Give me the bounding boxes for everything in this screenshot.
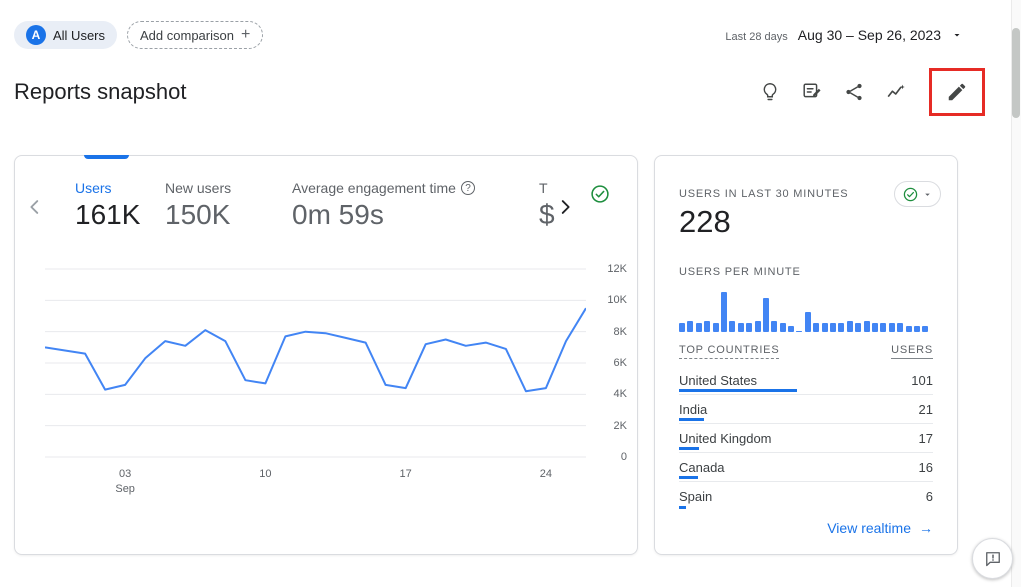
view-realtime-link[interactable]: View realtime →: [827, 520, 933, 536]
date-range-prefix: Last 28 days: [725, 31, 787, 43]
users-per-minute-label: USERS PER MINUTE: [679, 266, 801, 278]
scrollbar-track[interactable]: [1011, 0, 1021, 587]
chevron-down-icon: [922, 189, 933, 200]
metric-tab-users[interactable]: Users 161K: [75, 180, 140, 231]
chevron-down-icon: [951, 29, 963, 41]
add-comparison-label: Add comparison: [140, 28, 234, 43]
realtime-status-dropdown[interactable]: [894, 181, 941, 207]
insights-trend-icon[interactable]: [883, 79, 909, 105]
users-line-chart: [45, 261, 586, 461]
view-realtime-label: View realtime: [827, 520, 911, 536]
metric-value: 0m 59s: [292, 199, 475, 231]
country-value-bar: [679, 418, 704, 421]
metric-value: $: [539, 199, 555, 231]
table-row: India 21: [679, 395, 933, 424]
country-users: 101: [911, 373, 933, 388]
table-row: United States 101: [679, 366, 933, 395]
date-range-picker[interactable]: Last 28 days Aug 30 – Sep 26, 2023: [725, 27, 963, 43]
line-chart-x-axis: 03Sep101724: [45, 467, 586, 501]
add-comparison-chip[interactable]: Add comparison +: [127, 21, 263, 49]
help-info-icon[interactable]: ?: [461, 181, 475, 195]
metric-tab-truncated[interactable]: T $: [539, 180, 555, 231]
country-value-bar: [679, 476, 698, 479]
header-actions: [757, 68, 985, 116]
all-users-label: All Users: [53, 28, 105, 43]
top-countries-table: TOP COUNTRIES USERS United States 101 In…: [679, 344, 933, 511]
metric-value: 161K: [75, 199, 140, 231]
scrollbar-thumb[interactable]: [1012, 28, 1020, 118]
header-top-countries[interactable]: TOP COUNTRIES: [679, 344, 779, 359]
topbar: A All Users Add comparison + Last 28 day…: [14, 18, 963, 52]
highlight-box: [929, 68, 985, 116]
data-quality-check-icon[interactable]: [589, 183, 611, 205]
table-row: Spain 6: [679, 482, 933, 511]
table-row: Canada 16: [679, 453, 933, 482]
line-chart-y-axis: 02K4K6K8K10K12K: [593, 261, 627, 465]
country-value-bar: [679, 389, 797, 392]
page-title: Reports snapshot: [14, 79, 186, 105]
edit-pencil-icon[interactable]: [944, 79, 970, 105]
table-header: TOP COUNTRIES USERS: [679, 344, 933, 366]
selected-metric-indicator: [84, 155, 129, 159]
metric-label-text: Average engagement time: [292, 180, 456, 196]
country-name: United Kingdom: [679, 431, 772, 446]
country-value-bar: [679, 506, 686, 509]
country-users: 16: [919, 460, 933, 475]
metric-value: 150K: [165, 199, 231, 231]
table-row: United Kingdom 17: [679, 424, 933, 453]
metrics-prev-button[interactable]: [24, 196, 46, 218]
metric-label: Users: [75, 180, 140, 196]
date-range-value: Aug 30 – Sep 26, 2023: [798, 27, 941, 43]
metric-tab-avg-engagement-time[interactable]: Average engagement time ? 0m 59s: [292, 180, 475, 231]
metrics-next-button[interactable]: [554, 196, 576, 218]
header-users: USERS: [891, 344, 933, 359]
country-users: 21: [919, 402, 933, 417]
customize-report-icon[interactable]: [799, 79, 825, 105]
country-users: 17: [919, 431, 933, 446]
metric-label: New users: [165, 180, 231, 196]
country-users: 6: [926, 489, 933, 504]
all-users-chip[interactable]: A All Users: [14, 21, 117, 49]
header: Reports snapshot: [14, 66, 985, 118]
share-icon[interactable]: [841, 79, 867, 105]
metrics-chart-card: Users 161K New users 150K Average engage…: [14, 155, 638, 555]
country-value-bar: [679, 447, 699, 450]
reports-snapshot-page: A All Users Add comparison + Last 28 day…: [0, 0, 1021, 587]
all-users-avatar: A: [26, 25, 46, 45]
country-name: Canada: [679, 460, 725, 475]
realtime-card: USERS IN LAST 30 MINUTES 228 USERS PER M…: [654, 155, 958, 555]
metric-label: T: [539, 180, 555, 196]
feedback-button[interactable]: [972, 538, 1013, 579]
metric-label: Average engagement time ?: [292, 180, 475, 196]
insights-lightbulb-icon[interactable]: [757, 79, 783, 105]
country-name: Spain: [679, 489, 712, 504]
feedback-bubble-icon: [983, 549, 1003, 569]
arrow-right-icon: →: [919, 520, 933, 536]
country-name: United States: [679, 373, 757, 388]
users-per-minute-bar-chart: [679, 288, 933, 332]
metric-tab-new-users[interactable]: New users 150K: [165, 180, 231, 231]
country-name: India: [679, 402, 707, 417]
check-circle-icon: [902, 186, 919, 203]
plus-icon: +: [241, 27, 250, 43]
users-30min-value: 228: [679, 204, 731, 240]
users-30min-label: USERS IN LAST 30 MINUTES: [679, 188, 848, 200]
